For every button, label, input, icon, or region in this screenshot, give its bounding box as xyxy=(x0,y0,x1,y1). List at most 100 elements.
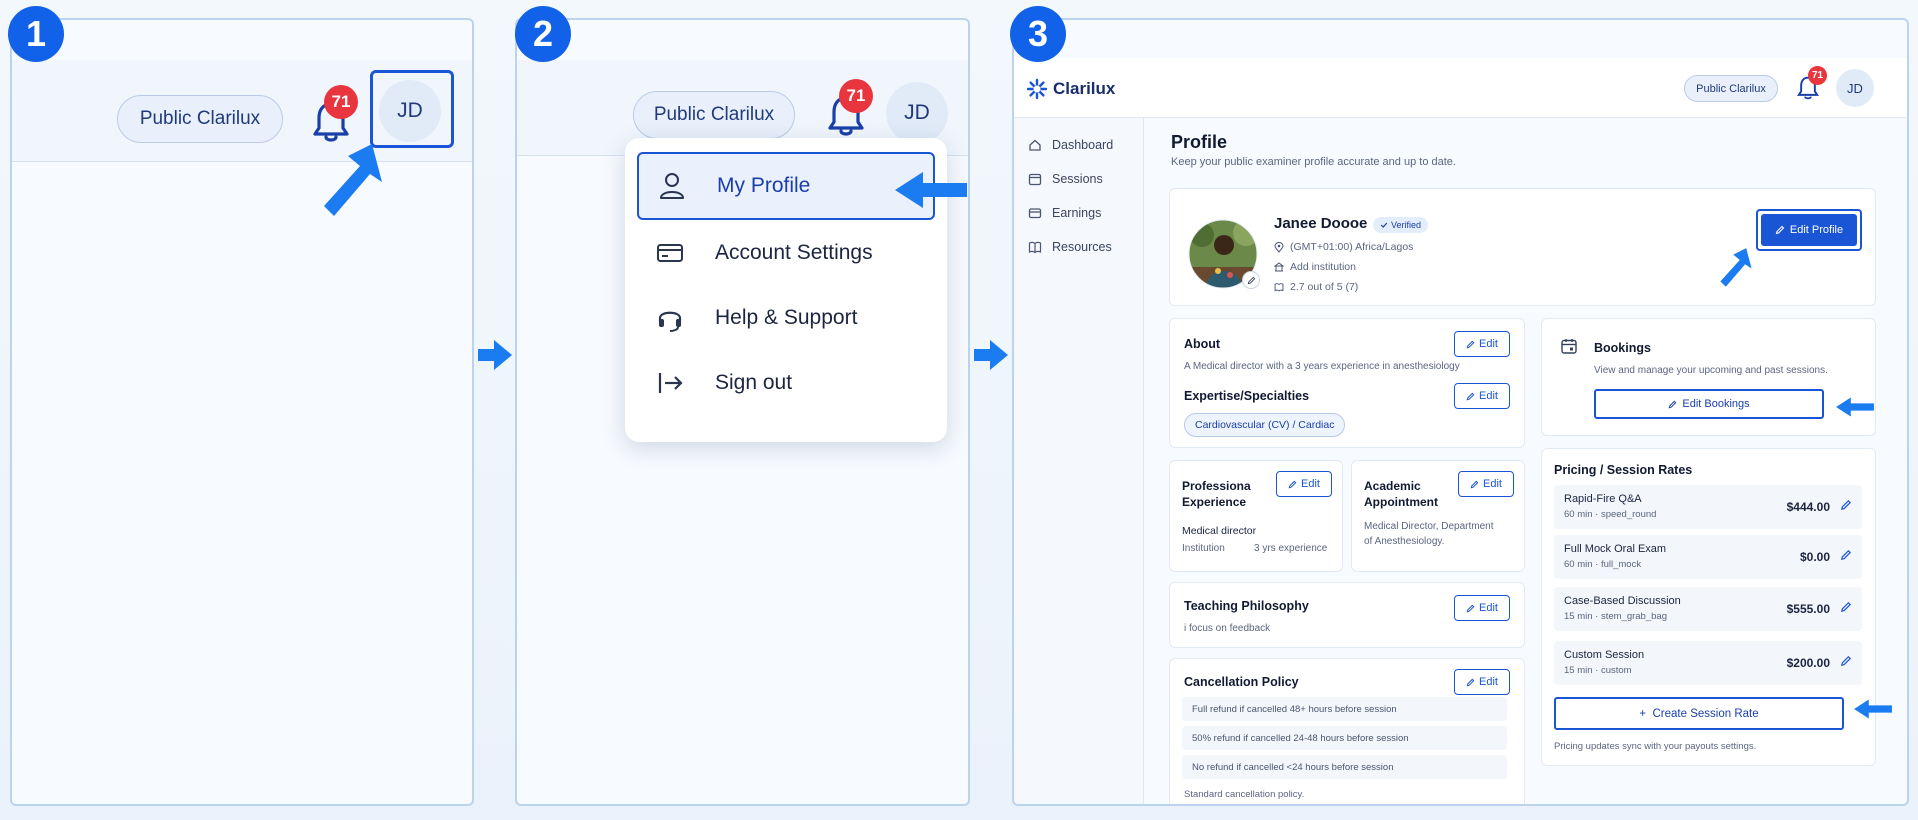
main-content: Profile Keep your public examiner profil… xyxy=(1145,118,1907,804)
pencil-icon[interactable] xyxy=(1840,601,1852,613)
pointer-arrow-left-icon xyxy=(1836,397,1874,417)
menu-item-label: Sign out xyxy=(715,370,793,394)
wallet-icon xyxy=(1028,208,1042,219)
step-3-panel: Clarilux Public Clarilux 71 JD Dashboard… xyxy=(1012,18,1909,806)
edit-bookings-label: Edit Bookings xyxy=(1682,398,1750,410)
teaching-text: i focus on feedback xyxy=(1184,623,1271,634)
step-badge-2: 2 xyxy=(515,6,571,62)
about-edit-button[interactable]: Edit xyxy=(1454,331,1510,357)
edit-label: Edit xyxy=(1479,602,1498,614)
teaching-edit-button[interactable]: Edit xyxy=(1454,595,1510,621)
pointer-arrow-left-icon xyxy=(1854,699,1892,719)
pencil-icon xyxy=(1247,276,1255,284)
building-icon xyxy=(1274,262,1284,272)
rate-row[interactable]: Full Mock Oral Exam 60 min · full_mock $… xyxy=(1554,535,1862,579)
about-card: About A Medical director with a 3 years … xyxy=(1169,318,1525,448)
academic-edit-button[interactable]: Edit xyxy=(1458,471,1514,497)
sidebar-item-resources[interactable]: Resources xyxy=(1014,230,1143,264)
verified-label: Verified xyxy=(1391,220,1422,230)
professional-edit-button[interactable]: Edit xyxy=(1276,471,1332,497)
edit-profile-button[interactable]: Edit Profile xyxy=(1761,214,1857,246)
notification-badge: 71 xyxy=(324,85,358,119)
user-avatar[interactable]: JD xyxy=(886,82,948,144)
rate-price: $0.00 xyxy=(1799,550,1830,564)
page-title: Profile xyxy=(1171,132,1228,152)
professional-institution: Institution xyxy=(1182,543,1225,554)
academic-title-line1: Academic xyxy=(1364,479,1421,493)
public-clarilux-button[interactable]: Public Clarilux xyxy=(117,95,283,143)
rate-price: $200.00 xyxy=(1786,656,1830,670)
rating-row: 2.7 out of 5 (7) xyxy=(1274,281,1358,293)
bookings-card: Bookings View and manage your upcoming a… xyxy=(1541,318,1876,436)
rate-row[interactable]: Rapid-Fire Q&A 60 min · speed_round $444… xyxy=(1554,485,1862,529)
policy-rule: 50% refund if cancelled 24-48 hours befo… xyxy=(1182,726,1507,750)
rate-meta: 60 min · speed_round xyxy=(1564,509,1657,520)
institution-row[interactable]: Add institution xyxy=(1274,261,1356,273)
bookings-text: View and manage your upcoming and past s… xyxy=(1594,365,1828,376)
teaching-title: Teaching Philosophy xyxy=(1184,599,1309,613)
sidebar-item-label: Earnings xyxy=(1052,206,1102,220)
user-avatar[interactable]: JD xyxy=(1836,69,1874,107)
user-icon xyxy=(660,173,684,199)
create-session-rate-button[interactable]: + Create Session Rate xyxy=(1554,697,1844,730)
rate-row[interactable]: Case-Based Discussion 15 min · stem_grab… xyxy=(1554,587,1862,631)
sidebar-item-earnings[interactable]: Earnings xyxy=(1014,196,1143,230)
pencil-icon xyxy=(1470,480,1479,488)
menu-item-sign-out[interactable]: Sign out xyxy=(625,350,947,415)
rate-name: Full Mock Oral Exam xyxy=(1564,543,1667,555)
app-topbar: Clarilux Public Clarilux 71 JD xyxy=(1014,58,1907,118)
public-clarilux-button[interactable]: Public Clarilux xyxy=(633,91,795,139)
pencil-icon[interactable] xyxy=(1840,549,1852,561)
book-icon xyxy=(1274,283,1284,292)
sign-out-icon xyxy=(658,372,683,393)
menu-item-help-support[interactable]: Help & Support xyxy=(625,285,947,350)
sidebar-item-sessions[interactable]: Sessions xyxy=(1014,162,1143,196)
rate-meta: 15 min · custom xyxy=(1564,665,1632,676)
expertise-edit-button[interactable]: Edit xyxy=(1454,383,1510,409)
professional-title-line2: Experience xyxy=(1182,495,1247,509)
flow-arrow-right-icon xyxy=(974,340,1008,370)
pencil-icon xyxy=(1669,400,1677,408)
pencil-icon[interactable] xyxy=(1840,499,1852,511)
expertise-tag: Cardiovascular (CV) / Cardiac xyxy=(1184,413,1346,437)
institution-text: Add institution xyxy=(1290,261,1356,273)
rate-meta: 60 min · full_mock xyxy=(1564,559,1642,570)
edit-profile-label: Edit Profile xyxy=(1789,224,1844,236)
rate-price: $555.00 xyxy=(1786,602,1830,616)
brand-logo[interactable]: Clarilux xyxy=(1026,78,1115,100)
step-2-panel: Public Clarilux 71 JD My Profile Account… xyxy=(515,18,970,806)
rate-row[interactable]: Custom Session 15 min · custom $200.00 xyxy=(1554,641,1862,685)
cancellation-title: Cancellation Policy xyxy=(1184,675,1299,689)
sidebar-item-dashboard[interactable]: Dashboard xyxy=(1014,128,1143,162)
brand-name: Clarilux xyxy=(1053,79,1116,98)
notification-badge: 71 xyxy=(1808,66,1827,85)
professional-title-line1: Professiona xyxy=(1182,479,1251,493)
academic-text-line1: Medical Director, Department xyxy=(1364,521,1494,532)
pencil-icon[interactable] xyxy=(1840,655,1852,667)
rate-name: Case-Based Discussion xyxy=(1564,595,1681,607)
check-icon xyxy=(1380,222,1388,228)
public-clarilux-button[interactable]: Public Clarilux xyxy=(1684,75,1778,102)
step-badge-3: 3 xyxy=(1010,6,1066,62)
menu-item-my-profile[interactable]: My Profile xyxy=(637,152,935,220)
cancellation-edit-button[interactable]: Edit xyxy=(1454,669,1510,695)
photo-edit-button[interactable] xyxy=(1242,271,1260,289)
rate-price: $444.00 xyxy=(1786,500,1830,514)
edit-bookings-button[interactable]: Edit Bookings xyxy=(1594,389,1824,419)
edit-label: Edit xyxy=(1479,338,1498,350)
about-text: A Medical director with a 3 years experi… xyxy=(1184,361,1460,372)
pointer-arrow-icon xyxy=(324,144,382,216)
book-icon xyxy=(1028,241,1042,254)
menu-item-account-settings[interactable]: Account Settings xyxy=(625,220,947,285)
edit-label: Edit xyxy=(1301,478,1320,490)
sidebar-item-label: Resources xyxy=(1052,240,1112,254)
profile-name: Janee Doooe xyxy=(1274,215,1368,232)
sidebar: Dashboard Sessions Earnings Resources xyxy=(1014,118,1144,804)
flow-arrow-right-icon xyxy=(478,340,512,370)
pencil-icon xyxy=(1288,480,1297,488)
edit-label: Edit xyxy=(1479,676,1498,688)
page-subtitle: Keep your public examiner profile accura… xyxy=(1171,156,1456,168)
academic-text-line2: of Anesthesiology. xyxy=(1364,536,1445,547)
pricing-title: Pricing / Session Rates xyxy=(1554,463,1693,477)
rating-text: 2.7 out of 5 (7) xyxy=(1290,281,1359,293)
